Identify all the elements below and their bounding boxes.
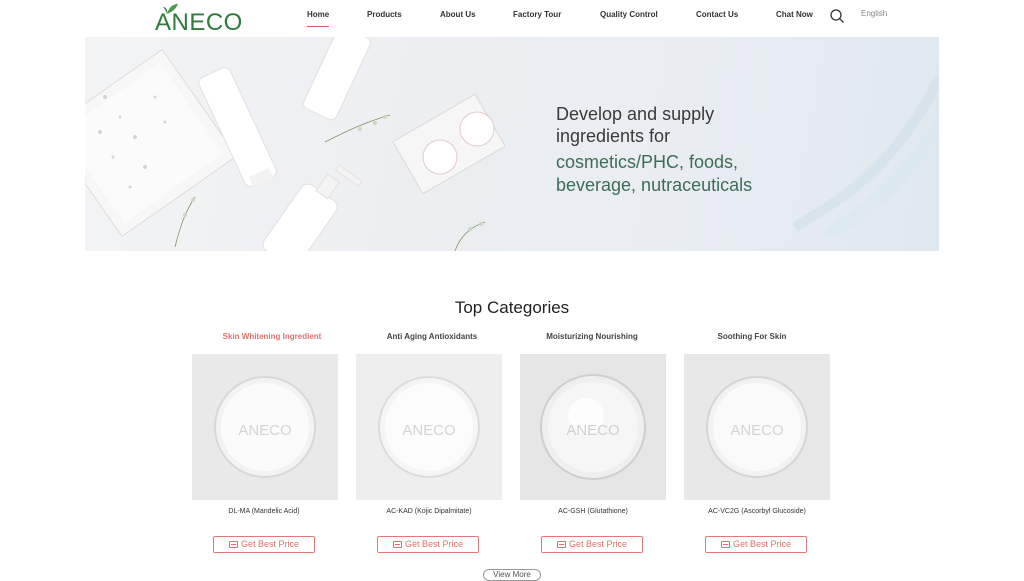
banner-heading-line-3: cosmetics/PHC, foods, <box>556 152 739 172</box>
product-name[interactable]: DL-MA (Mandelic Acid) <box>184 508 344 515</box>
nav-factory-tour[interactable]: Factory Tour <box>513 10 561 19</box>
product-image[interactable]: ANECO <box>356 354 502 500</box>
search-icon[interactable] <box>829 8 845 24</box>
get-best-price-button[interactable]: Get Best Price <box>705 536 807 553</box>
button-label: Get Best Price <box>404 539 464 549</box>
message-icon <box>556 541 566 548</box>
get-best-price-button[interactable]: Get Best Price <box>213 536 315 553</box>
brand-logo[interactable]: ANECO <box>155 3 242 36</box>
button-label: Get Best Price <box>568 539 628 549</box>
product-image[interactable]: ANECO <box>520 354 666 500</box>
product-name[interactable]: AC-KAD (Kojic Dipalmitate) <box>349 508 509 515</box>
nav-quality-control[interactable]: Quality Control <box>600 10 658 19</box>
banner-heading-line-1: Develop and supply <box>556 104 715 124</box>
view-more-button[interactable]: View More <box>483 569 541 581</box>
banner-heading-line-4: beverage, nutraceuticals <box>556 175 753 195</box>
image-watermark: ANECO <box>238 422 292 439</box>
product-name[interactable]: AC-GSH (Glutathione) <box>513 508 673 515</box>
button-label: Get Best Price <box>732 539 792 549</box>
section-title: Top Categories <box>454 298 570 317</box>
product-name[interactable]: AC-VC2G (Ascorbyl Glucoside) <box>677 508 837 515</box>
get-best-price-button[interactable]: Get Best Price <box>541 536 643 553</box>
site-header: ANECO Home Products About Us Factory Tou… <box>0 0 1024 37</box>
category-tab-soothing[interactable]: Soothing For Skin <box>672 332 832 341</box>
language-selector[interactable]: English <box>861 9 887 18</box>
product-image[interactable]: ANECO <box>684 354 830 500</box>
product-image[interactable]: ANECO <box>192 354 338 500</box>
nav-chat-now[interactable]: Chat Now <box>776 10 813 19</box>
logo-text: ANECO <box>155 9 243 36</box>
nav-products[interactable]: Products <box>367 10 402 19</box>
category-tab-moisturizing[interactable]: Moisturizing Nourishing <box>512 332 672 341</box>
image-watermark: ANECO <box>566 422 620 439</box>
hero-banner[interactable]: Develop and supply ingredients for cosme… <box>85 37 939 251</box>
category-tab-anti-aging[interactable]: Anti Aging Antioxidants <box>352 332 512 341</box>
image-watermark: ANECO <box>402 422 456 439</box>
image-watermark: ANECO <box>730 422 784 439</box>
button-label: Get Best Price <box>240 539 300 549</box>
category-tab-skin-whitening[interactable]: Skin Whitening Ingredient <box>192 332 352 341</box>
nav-contact-us[interactable]: Contact Us <box>696 10 738 19</box>
banner-swirl-graphic <box>792 74 939 237</box>
message-icon <box>228 541 238 548</box>
message-icon <box>392 541 402 548</box>
message-icon <box>720 541 730 548</box>
get-best-price-button[interactable]: Get Best Price <box>377 536 479 553</box>
banner-heading-line-2: ingredients for <box>556 126 671 146</box>
nav-home[interactable]: Home <box>307 10 330 27</box>
nav-about-us[interactable]: About Us <box>440 10 476 19</box>
